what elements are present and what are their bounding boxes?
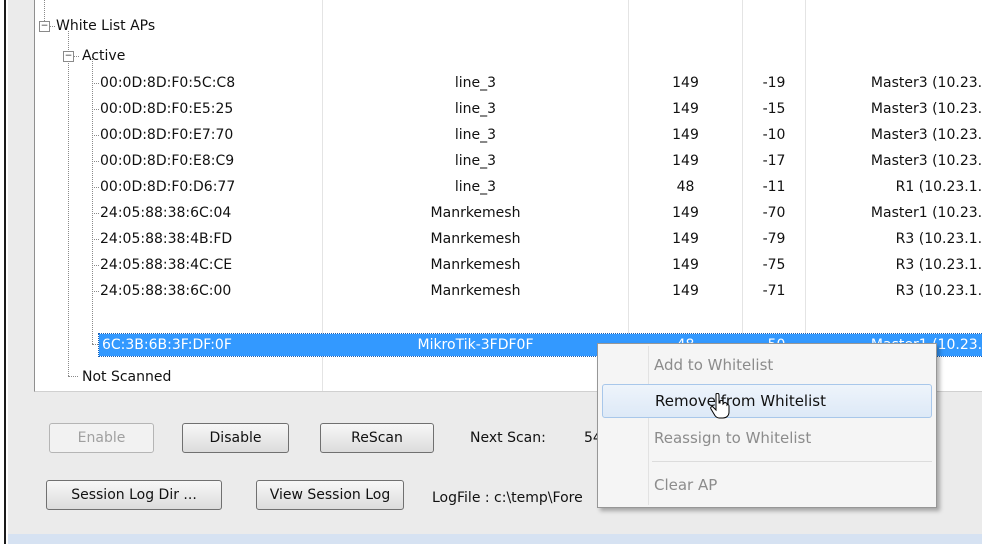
window-bottom-border — [8, 534, 982, 544]
node-label: Active — [82, 48, 126, 64]
ssid: MikroTik-3FDF0F — [323, 334, 628, 356]
table-row[interactable]: 00:0D:8D:F0:E7:70 line_3 149 -10 Master3… — [35, 122, 982, 148]
node-name: Master3 (10.23.1 — [870, 101, 982, 117]
menu-item-clear-ap[interactable]: Clear AP — [602, 468, 932, 502]
table-row[interactable]: 00:0D:8D:F0:E8:C9 line_3 149 -17 Master3… — [35, 148, 982, 174]
ssid: line_3 — [454, 153, 497, 169]
ssid: Manrkemesh — [430, 231, 521, 247]
next-scan-label: Next Scan: — [470, 430, 546, 446]
menu-item-add-to-whitelist[interactable]: Add to Whitelist — [602, 348, 932, 382]
signal: -19 — [762, 75, 786, 91]
tree-node-whitelist-aps[interactable]: − White List APs — [35, 13, 982, 39]
node-name: R3 (10.23.1.1 — [895, 231, 982, 247]
ssid: Manrkemesh — [430, 283, 521, 299]
mac-address: 00:0D:8D:F0:E7:70 — [100, 127, 234, 143]
menu-separator — [652, 461, 932, 462]
hand-cursor-icon — [710, 393, 730, 419]
node-name: R3 (10.23.1.1 — [895, 283, 982, 299]
view-session-log-button[interactable]: View Session Log — [256, 480, 404, 510]
ssid: line_3 — [454, 179, 497, 195]
channel: 149 — [672, 257, 699, 273]
channel: 149 — [672, 283, 699, 299]
tree-node-active[interactable]: − Active — [35, 43, 982, 69]
signal: -75 — [762, 257, 786, 273]
menu-item-remove-from-whitelist[interactable]: Remove from Whitelist — [602, 384, 932, 418]
node-label: White List APs — [56, 18, 156, 34]
tree-connector — [50, 26, 55, 27]
channel: 149 — [672, 75, 699, 91]
node-name: Master3 (10.23.1 — [870, 153, 982, 169]
channel: 149 — [672, 231, 699, 247]
table-row[interactable]: 24:05:88:38:4B:FD Manrkemesh 149 -79 R3 … — [35, 226, 982, 252]
mac-address: 24:05:88:38:6C:04 — [100, 205, 232, 221]
node-name: Master3 (10.23.1 — [870, 127, 982, 143]
node-name: R1 (10.23.1.1 — [895, 179, 982, 195]
logfile-path: LogFile : c:\temp\Fore — [432, 490, 583, 506]
window-frame-left — [0, 0, 6, 544]
rescan-button[interactable]: ReScan — [320, 423, 434, 453]
tree-connector — [92, 187, 99, 188]
ssid: line_3 — [454, 127, 497, 143]
context-menu: Add to Whitelist Remove from Whitelist R… — [597, 343, 937, 508]
channel: 149 — [672, 127, 699, 143]
node-name: Master1 (10.23.1 — [870, 205, 982, 221]
menu-item-reassign-to-whitelist[interactable]: Reassign to Whitelist — [602, 421, 932, 455]
tree-connector — [74, 56, 79, 57]
table-row[interactable]: 24:05:88:38:6C:04 Manrkemesh 149 -70 Mas… — [35, 200, 982, 226]
tree-connector — [92, 265, 99, 266]
tree-connector — [92, 135, 99, 136]
table-row[interactable]: 24:05:88:38:6C:00 Manrkemesh 149 -71 R3 … — [35, 278, 982, 304]
signal: -10 — [762, 127, 786, 143]
collapse-icon[interactable]: − — [63, 51, 74, 62]
table-row[interactable]: 00:0D:8D:F0:5C:C8 line_3 149 -19 Master3… — [35, 70, 982, 96]
mac-address: 00:0D:8D:F0:5C:C8 — [100, 75, 236, 91]
signal: -11 — [762, 179, 786, 195]
collapse-icon[interactable]: − — [39, 21, 50, 32]
signal: -70 — [762, 205, 786, 221]
channel: 149 — [672, 205, 699, 221]
tree-connector — [92, 161, 99, 162]
ssid: line_3 — [454, 75, 497, 91]
mac-address: 00:0D:8D:F0:E5:25 — [100, 101, 234, 117]
tree-connector — [92, 213, 99, 214]
enable-button[interactable]: Enable — [49, 423, 154, 453]
signal: -71 — [762, 283, 786, 299]
ssid: line_3 — [454, 101, 497, 117]
mac-address: 00:0D:8D:F0:E8:C9 — [100, 153, 235, 169]
mac-address: 6C:3B:6B:3F:DF:0F — [102, 334, 320, 356]
signal: -79 — [762, 231, 786, 247]
tree-connector — [92, 239, 99, 240]
channel: 149 — [672, 153, 699, 169]
node-name: R3 (10.23.1.1 — [895, 257, 982, 273]
table-row[interactable]: 00:0D:8D:F0:E5:25 line_3 149 -15 Master3… — [35, 96, 982, 122]
node-label: Not Scanned — [82, 369, 172, 385]
channel: 48 — [676, 179, 695, 195]
node-name: Master3 (10.23.1 — [870, 75, 982, 91]
mac-address: 24:05:88:38:4B:FD — [100, 231, 233, 247]
whitelist-tree-grid[interactable]: − White List APs − Active 00:0D:8D:F0:5C… — [34, 0, 982, 392]
tree-connector — [92, 344, 98, 345]
ssid: Manrkemesh — [430, 257, 521, 273]
session-log-dir-button[interactable]: Session Log Dir ... — [46, 480, 222, 510]
table-row[interactable]: 24:05:88:38:4C:CE Manrkemesh 149 -75 R3 … — [35, 252, 982, 278]
mac-address: 24:05:88:38:4C:CE — [100, 257, 233, 273]
mac-address: 24:05:88:38:6C:00 — [100, 283, 232, 299]
disable-button[interactable]: Disable — [182, 423, 289, 453]
signal: -15 — [762, 101, 786, 117]
signal: -17 — [762, 153, 786, 169]
mac-address: 00:0D:8D:F0:D6:77 — [100, 179, 236, 195]
tree-connector — [92, 291, 99, 292]
ssid: Manrkemesh — [430, 205, 521, 221]
channel: 149 — [672, 101, 699, 117]
table-row[interactable]: 00:0D:8D:F0:D6:77 line_3 48 -11 R1 (10.2… — [35, 174, 982, 200]
tree-connector — [92, 83, 99, 84]
tree-connector — [92, 109, 99, 110]
